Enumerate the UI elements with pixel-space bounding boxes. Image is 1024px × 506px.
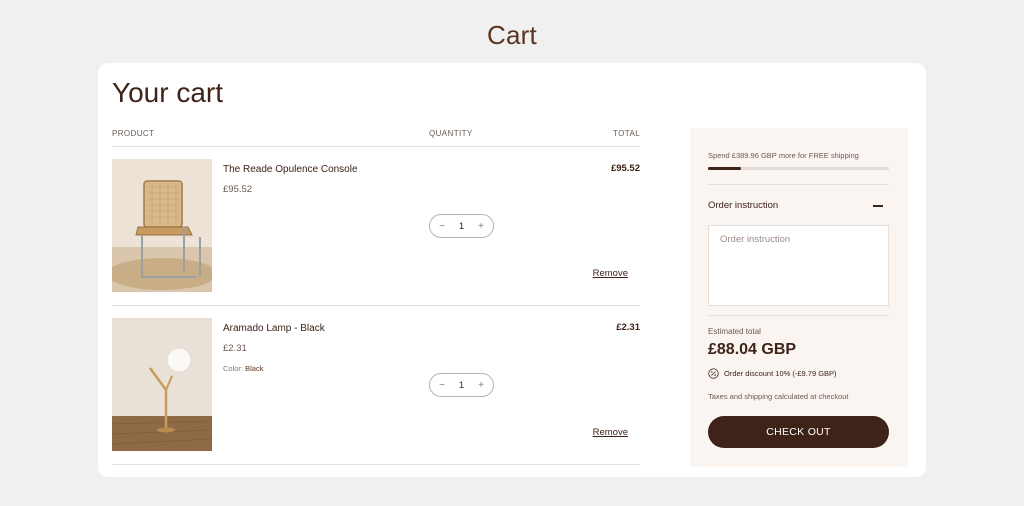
estimated-total-label: Estimated total xyxy=(708,327,761,336)
shipping-progress-bar xyxy=(708,167,889,170)
increase-quantity-button[interactable]: + xyxy=(476,380,486,391)
discount-tag-icon xyxy=(708,368,719,379)
product-price: £2.31 xyxy=(223,343,247,354)
product-variant: Color: Black xyxy=(223,364,263,373)
collapse-minus-icon[interactable] xyxy=(873,205,883,207)
tax-note: Taxes and shipping calculated at checkou… xyxy=(708,392,849,401)
product-image-chair[interactable] xyxy=(112,159,212,292)
remove-item-link[interactable]: Remove xyxy=(593,268,628,279)
shipping-progress-fill xyxy=(708,167,741,170)
lamp-photo-icon xyxy=(112,318,212,451)
variant-value: Black xyxy=(245,364,264,373)
cart-item: Aramado Lamp - Black £2.31 Color: Black … xyxy=(112,306,640,465)
cart-item: The Reade Opulence Console £95.52 − 1 + … xyxy=(112,147,640,306)
estimated-total-value: £88.04 GBP xyxy=(708,341,797,358)
variant-label: Color: xyxy=(223,364,244,373)
product-name[interactable]: Aramado Lamp - Black xyxy=(223,323,325,334)
summary-divider xyxy=(708,315,889,316)
product-image-lamp[interactable] xyxy=(112,318,212,451)
order-instruction-textarea[interactable] xyxy=(708,225,889,306)
line-total: £95.52 xyxy=(610,163,640,174)
order-discount: Order discount 10% (-£9.79 GBP) xyxy=(708,368,837,379)
page-heading: Cart xyxy=(487,20,537,50)
column-header-total: TOTAL xyxy=(613,129,641,138)
discount-text: Order discount 10% (-£9.79 GBP) xyxy=(724,369,837,378)
quantity-stepper[interactable]: − 1 + xyxy=(429,373,494,397)
cart-title: Your cart xyxy=(112,77,224,108)
summary-divider xyxy=(708,184,889,185)
column-header-product: PRODUCT xyxy=(112,129,155,138)
free-shipping-message: Spend £389.96 GBP more for FREE shipping xyxy=(708,151,859,160)
order-summary-panel: Spend £389.96 GBP more for FREE shipping… xyxy=(690,128,908,467)
quantity-value[interactable]: 1 xyxy=(459,221,464,232)
quantity-stepper[interactable]: − 1 + xyxy=(429,214,494,238)
line-total: £2.31 xyxy=(616,322,640,333)
quantity-value[interactable]: 1 xyxy=(459,380,464,391)
decrease-quantity-button[interactable]: − xyxy=(437,221,447,232)
cart-card: Your cart PRODUCT QUANTITY TOTAL The Rea… xyxy=(98,63,926,477)
chair-photo-icon xyxy=(112,159,212,292)
product-name[interactable]: The Reade Opulence Console xyxy=(223,164,358,175)
order-instruction-title[interactable]: Order instruction xyxy=(708,200,778,211)
decrease-quantity-button[interactable]: − xyxy=(437,380,447,391)
remove-item-link[interactable]: Remove xyxy=(593,427,628,438)
product-price: £95.52 xyxy=(223,184,253,195)
column-header-quantity: QUANTITY xyxy=(429,129,473,138)
increase-quantity-button[interactable]: + xyxy=(476,221,486,232)
checkout-button[interactable]: CHECK OUT xyxy=(708,416,889,448)
